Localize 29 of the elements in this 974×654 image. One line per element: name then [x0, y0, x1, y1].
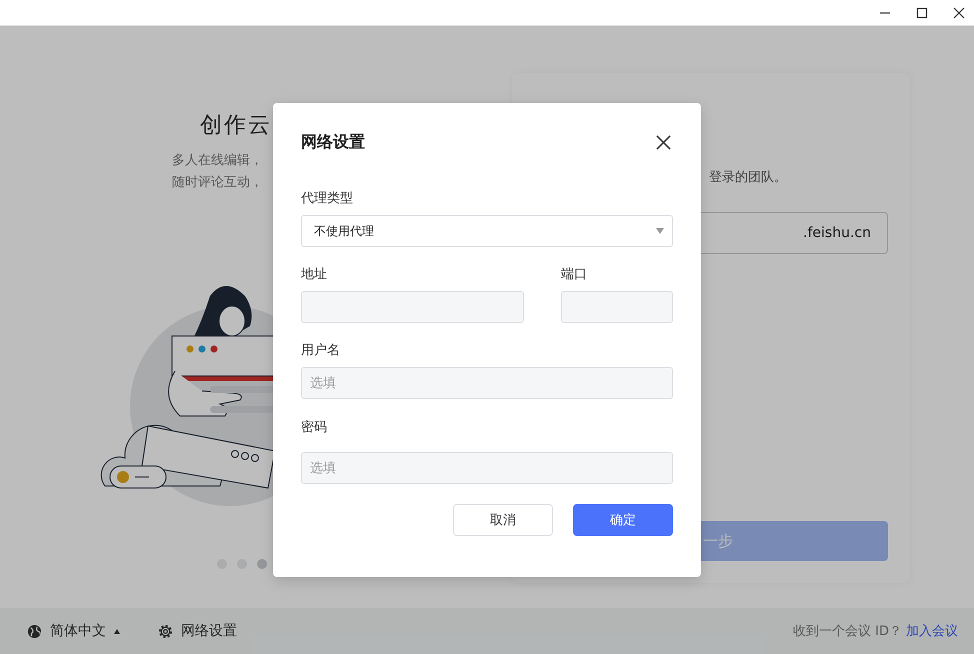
close-icon[interactable] [656, 134, 671, 150]
proxy-type-dropdown[interactable]: 不使用代理 [301, 215, 673, 247]
port-input[interactable] [561, 291, 673, 323]
globe-icon[interactable] [27, 624, 42, 638]
dialog-title: 网络设置 [301, 132, 365, 152]
network-settings-link[interactable]: 网络设置 [181, 622, 237, 640]
field-label: 密码 [301, 419, 328, 436]
meeting-prompt: 收到一个会议 ID？ [793, 623, 902, 640]
address-input[interactable] [301, 291, 524, 323]
field-label: 地址 [301, 266, 328, 283]
field-label: 端口 [561, 266, 588, 283]
password-input[interactable]: 选填 [301, 452, 673, 484]
confirm-button[interactable]: 确定 [573, 504, 673, 536]
feature-description: 多人在线编辑， [172, 152, 264, 170]
feature-title: 创作云 [200, 112, 273, 140]
feature-description: 随时评论互动， [172, 174, 264, 192]
dropdown-caret-icon [656, 228, 664, 234]
cancel-button[interactable]: 取消 [453, 504, 553, 536]
language-selector[interactable]: 简体中文 [50, 622, 106, 640]
hint-text: 登录的团队。 [709, 169, 787, 186]
maximize-icon[interactable] [916, 6, 928, 18]
close-icon[interactable] [953, 6, 965, 18]
carousel-dot[interactable] [257, 559, 267, 569]
username-input[interactable]: 选填 [301, 367, 673, 399]
field-label: 用户名 [301, 342, 341, 359]
settings-icon[interactable] [158, 624, 173, 638]
join-meeting-link[interactable]: 加入会议 [906, 622, 958, 640]
caret-icon[interactable] [114, 628, 120, 634]
field-label: 代理类型 [301, 190, 354, 207]
